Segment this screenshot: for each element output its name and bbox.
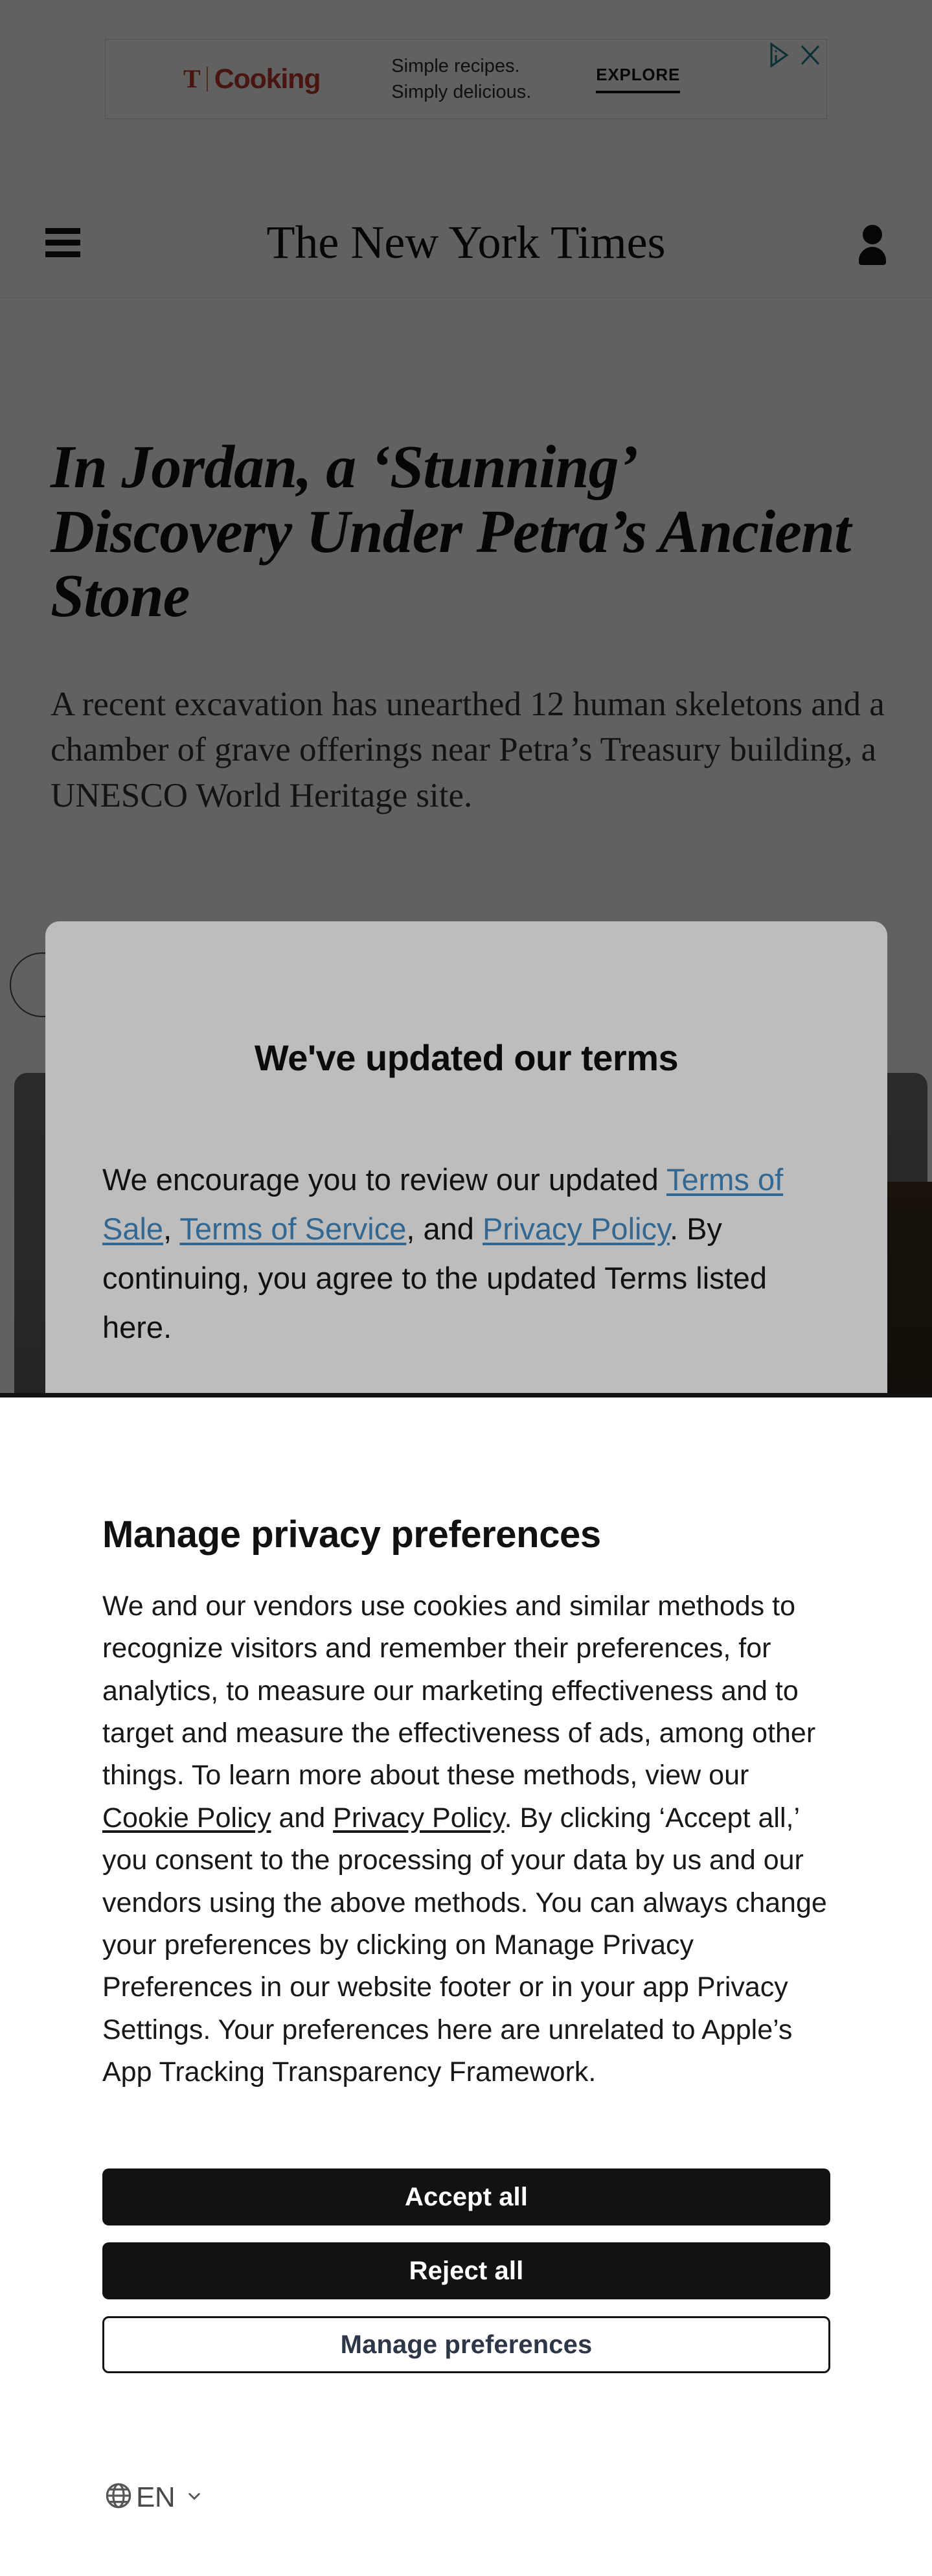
- terms-text-before: We encourage you to review our updated: [102, 1162, 666, 1197]
- privacy-preferences-panel: Manage privacy preferences We and our ve…: [0, 1397, 932, 2576]
- privacy-policy-link[interactable]: Privacy Policy: [333, 1802, 504, 1834]
- language-code: EN: [136, 2481, 176, 2513]
- privacy-panel-title: Manage privacy preferences: [102, 1513, 601, 1556]
- terms-modal-body: We encourage you to review our updated T…: [102, 1155, 830, 1353]
- panel-divider: [0, 1393, 932, 1397]
- reject-all-button[interactable]: Reject all: [102, 2242, 830, 2299]
- privacy-body-part-1: We and our vendors use cookies and simil…: [102, 1591, 816, 1791]
- language-selector[interactable]: EN: [104, 2481, 203, 2514]
- terms-sep-2: , and: [406, 1212, 483, 1247]
- privacy-body-part-2: . By clicking ‘Accept all,’ you consent …: [102, 1802, 827, 2087]
- privacy-actions: Accept all Reject all Manage preferences: [102, 2168, 830, 2390]
- manage-preferences-button[interactable]: Manage preferences: [102, 2316, 830, 2373]
- privacy-body-and: and: [271, 1802, 334, 1834]
- terms-of-service-link[interactable]: Terms of Service: [179, 1212, 406, 1246]
- article-page-region: T Cooking Simple recipes. Simply delicio…: [0, 0, 932, 1397]
- terms-sep-1: ,: [163, 1212, 180, 1247]
- globe-icon: [104, 2481, 133, 2514]
- privacy-panel-body: We and our vendors use cookies and simil…: [102, 1585, 830, 2093]
- chevron-down-icon: [185, 2487, 203, 2508]
- terms-modal-title: We've updated our terms: [254, 1037, 679, 1078]
- screen: T Cooking Simple recipes. Simply delicio…: [0, 0, 932, 2576]
- terms-update-modal: We've updated our terms We encourage you…: [45, 921, 887, 1396]
- privacy-policy-link[interactable]: Privacy Policy: [483, 1212, 670, 1246]
- accept-all-button[interactable]: Accept all: [102, 2168, 830, 2225]
- cookie-policy-link[interactable]: Cookie Policy: [102, 1802, 271, 1834]
